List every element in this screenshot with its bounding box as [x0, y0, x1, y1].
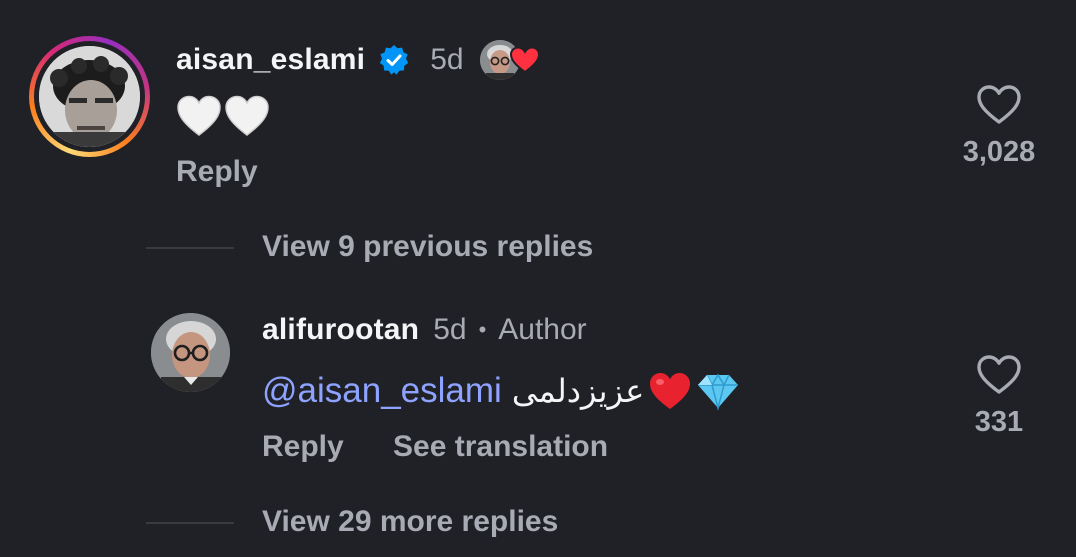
avatar: [39, 46, 140, 147]
comment-text: [176, 94, 270, 140]
red-heart-icon: [509, 46, 540, 74]
like-count: 331: [974, 406, 1024, 438]
liked-by-author-indicator: [479, 38, 542, 82]
verified-badge-icon: [378, 44, 410, 76]
comment-header: aisan_eslami 5d: [176, 38, 542, 82]
author-label: Author: [498, 313, 587, 346]
reply-button[interactable]: Reply: [176, 155, 258, 189]
separator-dot: •: [478, 317, 487, 342]
white-heart-icon: [224, 94, 270, 138]
like-column: 3,028: [944, 84, 1054, 169]
see-translation-button[interactable]: See translation: [393, 430, 608, 464]
comment-text-persian: عزیزدلمی: [511, 372, 645, 410]
reply-button[interactable]: Reply: [262, 430, 344, 464]
comment-header: alifurootan 5d • Author: [262, 308, 587, 352]
white-heart-icon: [176, 94, 222, 138]
thread-divider: [146, 247, 234, 249]
heart-outline-icon[interactable]: [976, 84, 1022, 126]
username[interactable]: alifurootan: [262, 313, 419, 347]
username[interactable]: aisan_eslami: [176, 43, 365, 77]
comment-time: 5d: [430, 43, 464, 76]
comment-time: 5d: [433, 313, 467, 346]
avatar[interactable]: [151, 313, 230, 392]
like-column: 331: [944, 354, 1054, 439]
like-count: 3,028: [962, 136, 1036, 168]
story-ring-avatar[interactable]: [29, 36, 150, 157]
view-previous-replies[interactable]: View 9 previous replies: [262, 230, 593, 264]
red-heart-icon: [648, 371, 692, 411]
heart-outline-icon[interactable]: [976, 354, 1022, 396]
view-more-replies[interactable]: View 29 more replies: [262, 505, 558, 539]
gem-icon: [696, 371, 740, 411]
mention-link[interactable]: @aisan_eslami: [262, 371, 502, 411]
thread-divider: [146, 522, 234, 524]
comment-text: @aisan_eslami عزیزدلمی: [262, 368, 740, 414]
comments-screen: aisan_eslami 5d Reply 3,028 View 9 previ…: [0, 0, 1076, 557]
